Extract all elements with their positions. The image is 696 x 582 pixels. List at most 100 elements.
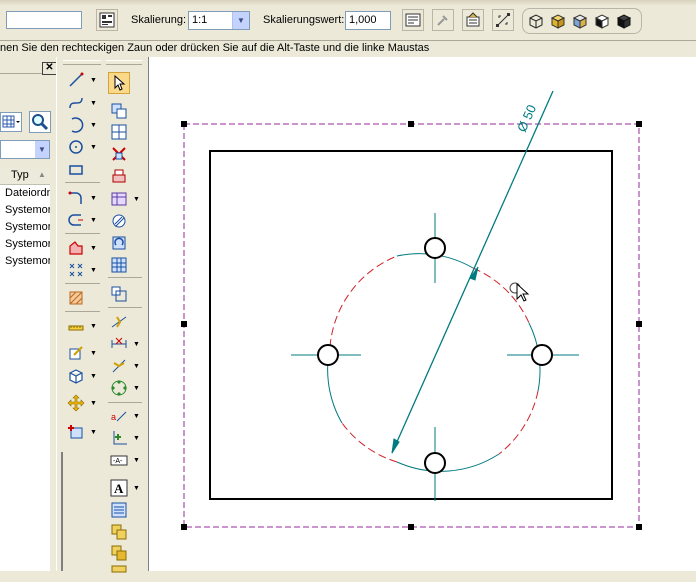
edit-icon[interactable] <box>67 344 85 362</box>
flyout-arrow-icon[interactable]: ▼ <box>133 485 140 492</box>
lock-icon <box>437 15 448 26</box>
scale-element-icon[interactable] <box>110 285 128 303</box>
drawing-view[interactable]: Ø 50 <box>148 57 696 571</box>
dimension-text-icon[interactable]: a <box>110 407 128 425</box>
properties-button[interactable] <box>462 9 484 31</box>
smooth-cube-icon[interactable] <box>571 12 589 30</box>
measure-icon[interactable] <box>67 317 85 335</box>
main-toolbar: Skalierung: 1:1 ▼ Skalierungswert: 1,000 <box>0 0 696 40</box>
polar-array-icon[interactable] <box>110 379 128 397</box>
svg-text:a: a <box>111 412 116 422</box>
hatch-area-icon[interactable] <box>110 212 128 230</box>
copy-icon[interactable] <box>110 102 128 120</box>
flyout-arrow-icon[interactable]: ▼ <box>90 100 97 107</box>
table-icon[interactable] <box>110 190 128 208</box>
region-icon[interactable] <box>67 239 85 257</box>
close-icon[interactable]: ✕ <box>42 62 57 75</box>
bolt-circle[interactable] <box>327 253 541 472</box>
flyout-arrow-icon[interactable]: ▼ <box>90 217 97 224</box>
scale-button[interactable] <box>402 9 424 31</box>
list-item[interactable]: Systemor <box>5 202 50 219</box>
flyout-arrow-icon[interactable]: ▼ <box>90 267 97 274</box>
dimension-style-icon[interactable]: -A- <box>110 451 128 469</box>
flyout-arrow-icon[interactable]: ▼ <box>90 245 97 252</box>
list-item[interactable]: Systemor <box>5 219 50 236</box>
separator <box>65 233 100 234</box>
break-line-icon[interactable] <box>110 313 128 331</box>
3d-box-icon[interactable] <box>67 367 85 385</box>
flyout-arrow-icon[interactable]: ▼ <box>133 457 140 464</box>
settings-button[interactable] <box>96 9 118 31</box>
svg-text:A: A <box>114 481 124 496</box>
flyout-arrow-icon[interactable]: ▼ <box>90 429 97 436</box>
select-tool-button[interactable] <box>108 72 130 94</box>
flyout-arrow-icon[interactable]: ▼ <box>90 350 97 357</box>
text-icon[interactable]: A <box>110 479 128 497</box>
diameter-dimension[interactable] <box>391 90 554 454</box>
spline-icon[interactable] <box>67 94 85 112</box>
flyout-arrow-icon[interactable]: ▼ <box>90 122 97 129</box>
solid-cube-icon[interactable] <box>615 12 633 30</box>
rectangle-icon[interactable] <box>67 161 85 179</box>
shaded-cube-icon[interactable] <box>549 12 567 30</box>
hidden-line-cube-icon[interactable] <box>593 12 611 30</box>
drawing-svg[interactable]: Ø 50 <box>149 57 696 571</box>
settings-icon <box>99 12 115 28</box>
fence-handles[interactable] <box>181 121 642 530</box>
name-input[interactable] <box>6 11 82 29</box>
flyout-arrow-icon[interactable]: ▼ <box>90 77 97 84</box>
flyout-arrow-icon[interactable]: ▼ <box>133 435 140 442</box>
plate-rectangle[interactable] <box>209 150 613 500</box>
flyout-arrow-icon[interactable]: ▼ <box>133 363 140 370</box>
dimension-linear-icon[interactable] <box>110 335 128 353</box>
scale-factor-input[interactable]: 1,000 <box>345 11 391 30</box>
note-icon[interactable] <box>110 501 128 519</box>
chevron-down-icon[interactable]: ▼ <box>35 141 49 158</box>
flyout-arrow-icon[interactable]: ▼ <box>90 323 97 330</box>
hatch-icon[interactable] <box>67 289 85 307</box>
lock-button[interactable] <box>432 9 454 31</box>
arc-icon[interactable] <box>67 116 85 134</box>
list-item[interactable]: Systemor <box>5 236 50 253</box>
cell-place-icon[interactable] <box>110 544 128 562</box>
folder-dropdown[interactable]: ▼ <box>0 140 50 159</box>
select-arrow-icon <box>114 74 126 91</box>
flyout-arrow-icon[interactable]: ▼ <box>133 385 140 392</box>
wireframe-cube-icon[interactable] <box>527 12 545 30</box>
fit-button[interactable] <box>492 9 514 31</box>
array-icon[interactable] <box>110 123 128 141</box>
flyout-arrow-icon[interactable]: ▼ <box>133 413 140 420</box>
flyout-arrow-icon[interactable]: ▼ <box>90 144 97 151</box>
flyout-arrow-icon[interactable]: ▼ <box>90 195 97 202</box>
view-mode-button[interactable] <box>0 112 22 132</box>
scale-dropdown[interactable]: 1:1 ▼ <box>188 11 250 30</box>
line-icon[interactable] <box>67 71 85 89</box>
move-icon[interactable] <box>67 394 85 412</box>
fillet-icon[interactable] <box>67 189 85 207</box>
more-tools-icon[interactable] <box>110 564 128 582</box>
flyout-arrow-icon[interactable]: ▼ <box>133 341 140 348</box>
separator <box>65 182 100 183</box>
trim-icon[interactable] <box>67 211 85 229</box>
cell-library-icon[interactable] <box>110 523 128 541</box>
chevron-down-icon[interactable]: ▼ <box>232 12 249 29</box>
palette-grip[interactable] <box>106 60 142 65</box>
search-button[interactable] <box>29 111 51 133</box>
column-header-type[interactable]: Typ ▲ <box>0 167 50 185</box>
pattern-icon[interactable] <box>67 261 85 279</box>
grid-icon[interactable] <box>110 256 128 274</box>
print-icon[interactable] <box>110 168 128 186</box>
flyout-arrow-icon[interactable]: ▼ <box>133 196 140 203</box>
list-item[interactable]: Dateiordn <box>5 185 50 202</box>
flyout-arrow-icon[interactable]: ▼ <box>90 373 97 380</box>
palette-grip[interactable] <box>63 60 101 65</box>
circle-icon[interactable] <box>67 138 85 156</box>
insert-element-icon[interactable] <box>67 423 85 441</box>
list-item[interactable]: Systemor <box>5 253 50 270</box>
delete-icon[interactable] <box>110 145 128 163</box>
rotate-icon[interactable] <box>110 234 128 252</box>
axis-icon[interactable] <box>110 429 128 447</box>
trim-tool-icon[interactable] <box>110 357 128 375</box>
flyout-arrow-icon[interactable]: ▼ <box>90 400 97 407</box>
selection-fence <box>183 123 640 528</box>
